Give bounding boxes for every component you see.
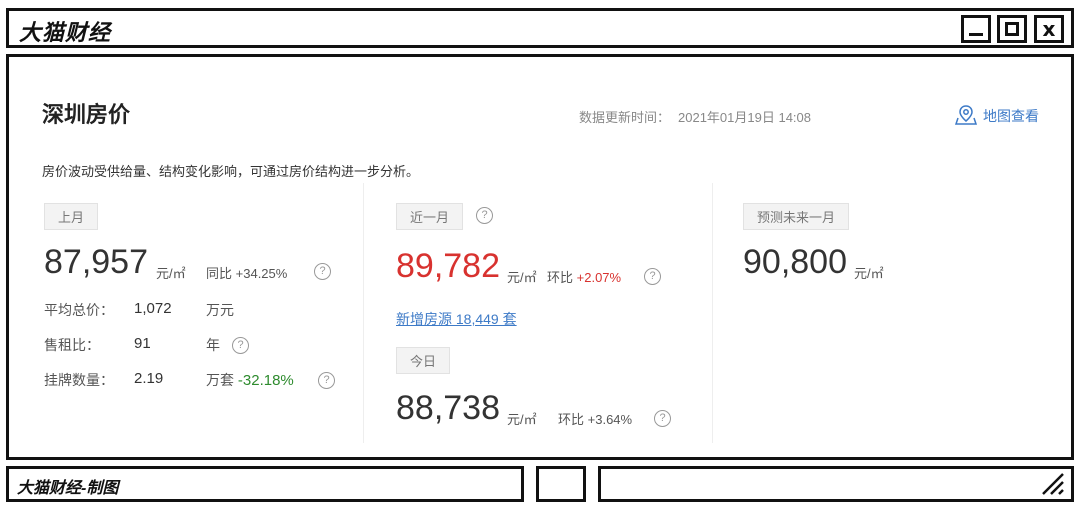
resize-grip-icon[interactable] [1039,470,1065,496]
today-price: 88,738 [396,389,500,427]
yoy-label: 同比 [206,266,233,281]
last-month-price: 87,957 [44,243,148,281]
forecast-section: 预测未来一月 90,800 元/㎡ [712,183,1053,443]
card-title: 深圳房价 [42,102,131,127]
app-window: 大猫财经 x 深圳房价 数据更新时间： 2021年01月19日 14:08 地图查… [0,0,1080,515]
maximize-button[interactable] [997,15,1027,43]
update-time: 数据更新时间： 2021年01月19日 14:08 [579,107,819,126]
map-view-link[interactable]: 地图查看 [954,104,1039,126]
mom-value: +2.07% [576,270,622,285]
yoy-value: +34.25% [235,266,288,281]
today-unit: 元/㎡ [507,412,537,427]
listing-count-unit: 万套 -32.18% [206,370,294,390]
new-listings-link[interactable]: 新增房源 18,449 套 [396,309,517,329]
footer-credit: 大猫财经-制图 [17,480,119,497]
forecast-tag: 预测未来一月 [743,203,850,230]
price-rent-ratio-unit: 年 [206,337,220,353]
update-time-value: 2021年01月19日 14:08 [678,110,811,125]
price-rent-ratio-value: 91 [134,335,151,352]
help-circle-icon[interactable]: ? [476,207,493,224]
description: 房价波动受供给量、结构变化影响，可通过房价结构进一步分析。 [42,164,420,179]
help-circle-icon[interactable]: ? [232,337,249,354]
last-month-yoy: 同比 +34.25% [206,263,287,282]
app-title: 大猫财经 [19,20,112,45]
avg-total-price-label: 平均总价： [44,302,114,318]
minimize-button[interactable] [961,15,991,43]
map-pin-icon [954,105,978,125]
listing-count-value: 2.19 [134,370,164,387]
recent-month-section: 近一月 ? 89,782 元/㎡ 环比 +2.07% ? 新增房源 18,449… [363,183,709,443]
map-view-label: 地图查看 [983,108,1039,124]
help-circle-icon[interactable]: ? [644,268,661,285]
last-month-section: 上月 87,957 元/㎡ 同比 +34.25% ? 平均总价： 1,072 万… [42,183,360,443]
price-card: 深圳房价 数据更新时间： 2021年01月19日 14:08 地图查看 房价波动受… [6,54,1074,460]
close-button[interactable]: x [1034,15,1064,43]
today-tag: 今日 [396,347,451,374]
recent-month-price: 89,782 [396,247,500,285]
today-mom-label: 环比 [558,412,585,427]
recent-month-tag: 近一月 [396,203,464,230]
footer-credit-box: 大猫财经-制图 [6,466,524,502]
footer-status-box [598,466,1074,502]
forecast-unit: 元/㎡ [854,266,884,281]
last-month-unit: 元/㎡ [156,266,186,281]
avg-total-price-unit: 万元 [206,302,234,318]
help-circle-icon[interactable]: ? [654,410,671,427]
avg-total-price-value: 1,072 [134,300,172,317]
today-mom: 环比 +3.64% [558,409,632,428]
price-rent-ratio-label: 售租比： [44,337,100,353]
listing-count-label: 挂牌数量： [44,372,114,388]
window-close-icon: x [1042,17,1056,41]
listing-count-unit-text: 万套 [206,372,234,388]
footer-middle-box [536,466,586,502]
today-mom-value: +3.64% [587,412,633,427]
help-circle-icon[interactable]: ? [318,372,335,389]
title-bar: 大猫财经 x [6,8,1074,48]
forecast-price: 90,800 [743,243,847,281]
mom-label: 环比 [547,270,574,285]
recent-month-mom: 环比 +2.07% [547,267,621,286]
update-time-label: 数据更新时间： [579,110,671,125]
last-month-tag: 上月 [44,203,99,230]
recent-month-unit: 元/㎡ [507,270,537,285]
listing-count-change: -32.18% [237,372,294,389]
help-circle-icon[interactable]: ? [314,263,331,280]
